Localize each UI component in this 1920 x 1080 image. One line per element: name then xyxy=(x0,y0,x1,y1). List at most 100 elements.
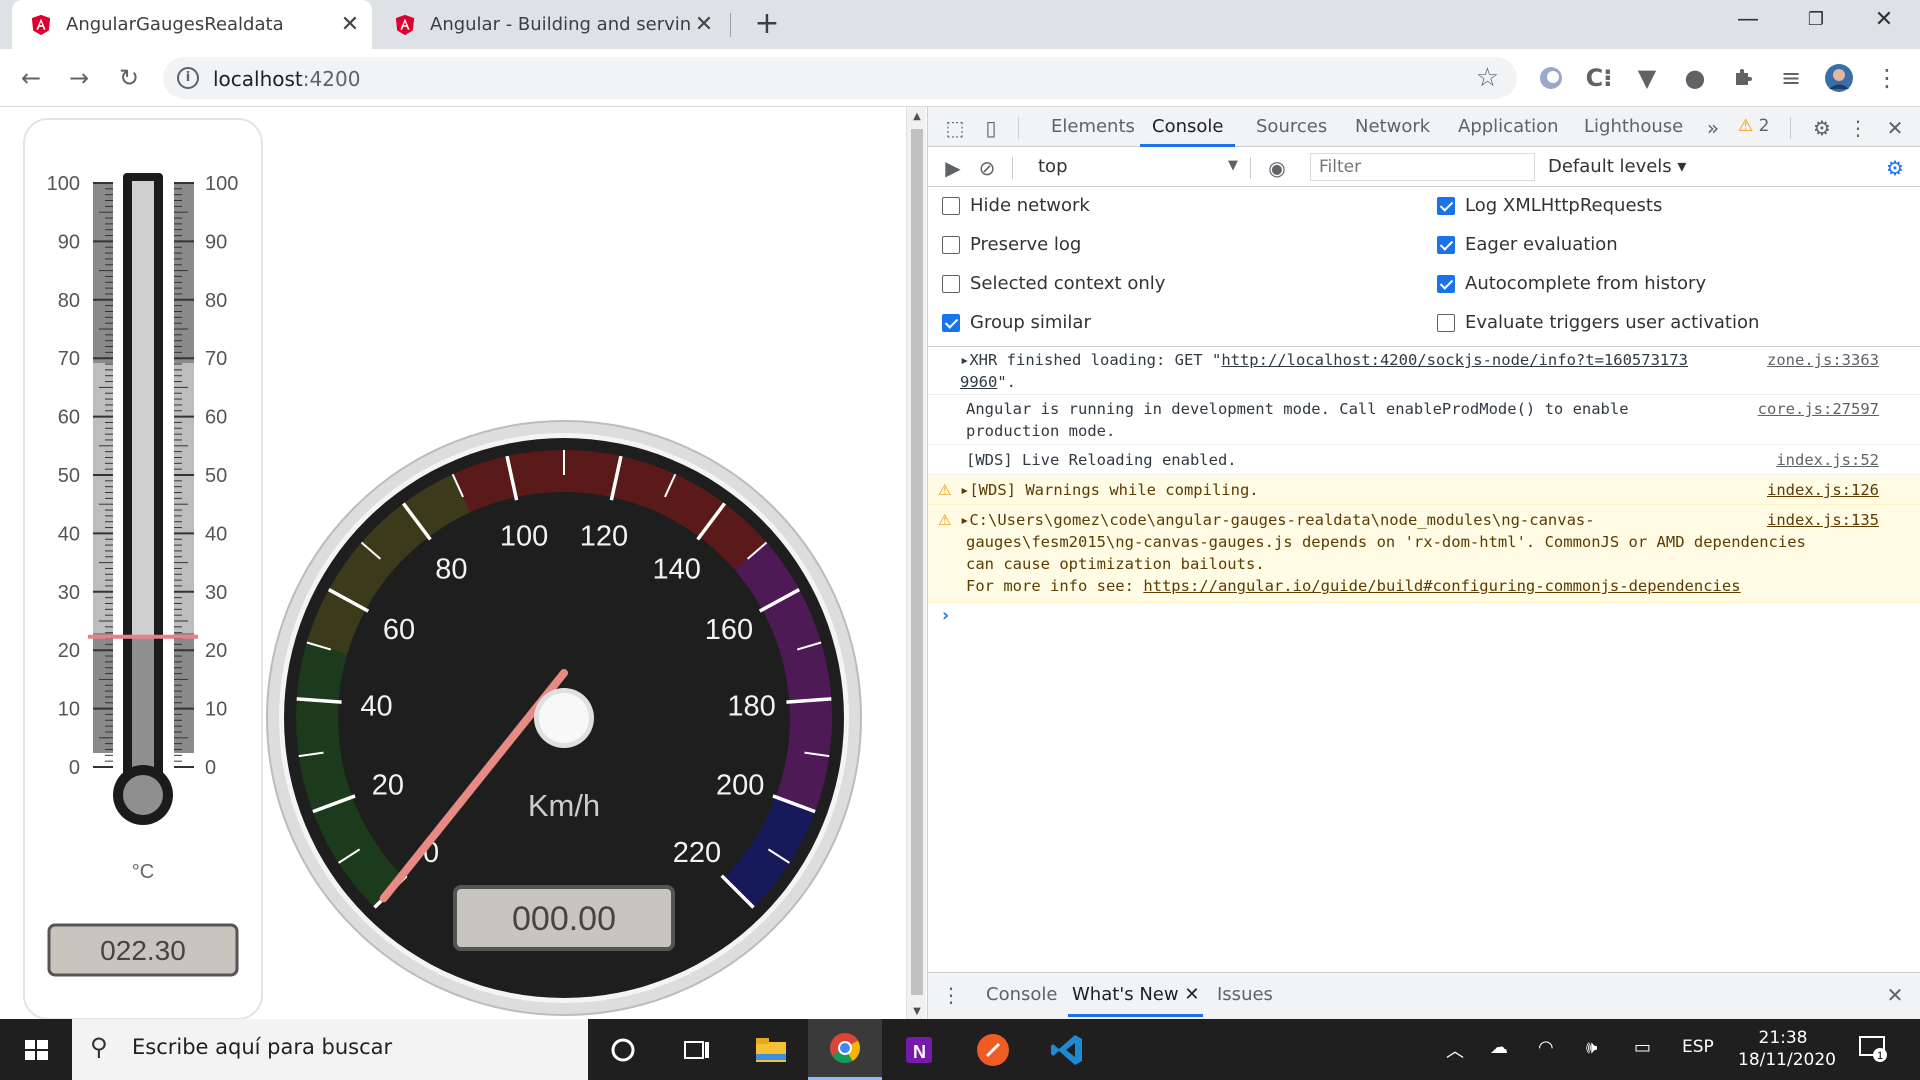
scroll-up-icon[interactable]: ▲ xyxy=(907,111,927,122)
task-view-icon[interactable] xyxy=(660,1019,734,1080)
message-source-link[interactable]: core.js:27597 xyxy=(1758,398,1879,420)
message-source-link[interactable]: index.js:52 xyxy=(1776,449,1879,471)
inspect-element-icon[interactable]: ⬚ xyxy=(942,115,968,141)
message-source-link[interactable]: index.js:135 xyxy=(1767,509,1879,531)
expand-triangle-icon[interactable]: ▸ xyxy=(960,481,969,499)
checkbox-box[interactable] xyxy=(942,313,960,332)
drawer-tab-issues[interactable]: Issues xyxy=(1217,973,1273,1017)
drawer-tab-whats-new[interactable]: What's New ✕ xyxy=(1068,973,1204,1017)
extension-icon[interactable] xyxy=(1534,61,1568,95)
checkbox-box[interactable] xyxy=(1437,274,1455,293)
message-source-link[interactable]: index.js:126 xyxy=(1767,479,1879,501)
checkbox-box[interactable] xyxy=(942,196,960,215)
console-filter-input[interactable] xyxy=(1310,153,1535,181)
expand-triangle-icon[interactable]: ▸ xyxy=(960,511,969,529)
preserve-log-checkbox[interactable]: Preserve log xyxy=(942,234,1081,255)
onenote-icon[interactable]: N xyxy=(882,1019,956,1080)
tab-console[interactable]: Console xyxy=(1140,107,1236,147)
live-expression-eye-icon[interactable]: ◉ xyxy=(1264,155,1290,181)
new-tab-button[interactable]: + xyxy=(750,8,784,42)
system-clock[interactable]: 21:38 18/11/2020 xyxy=(1738,1027,1836,1071)
checkbox-box[interactable] xyxy=(1437,235,1455,254)
vscode-icon[interactable] xyxy=(1030,1019,1104,1080)
checkbox-box[interactable] xyxy=(1437,196,1455,215)
eager-evaluation-checkbox[interactable]: Eager evaluation xyxy=(1437,234,1618,255)
thermometer-tick-label: 50 xyxy=(58,465,80,487)
drawer-menu-icon[interactable]: ⋮ xyxy=(938,982,964,1008)
tab-title: Angular - Building and serving A xyxy=(430,14,690,35)
back-icon[interactable]: ← xyxy=(14,61,48,95)
thermometer-tick-label: 40 xyxy=(58,523,80,545)
battery-icon[interactable]: ▭ xyxy=(1634,1037,1651,1058)
close-drawer-tab-icon[interactable]: ✕ xyxy=(1184,984,1199,1005)
tab-sources[interactable]: Sources xyxy=(1256,107,1327,147)
show-sidebar-icon[interactable]: ▶ xyxy=(940,155,966,181)
devtools-menu-icon[interactable]: ⋮ xyxy=(1845,115,1871,141)
tab-network[interactable]: Network xyxy=(1355,107,1430,147)
forward-icon[interactable]: → xyxy=(62,61,96,95)
scrollbar-thumb[interactable] xyxy=(911,129,923,995)
postman-icon[interactable] xyxy=(956,1019,1030,1080)
drawer-tab-console[interactable]: Console xyxy=(986,973,1057,1017)
tab-application[interactable]: Application xyxy=(1458,107,1559,147)
notifications-icon[interactable]: 1 xyxy=(1858,1033,1888,1068)
checkbox-box[interactable] xyxy=(942,235,960,254)
onedrive-icon[interactable]: ☁ xyxy=(1490,1037,1508,1058)
profile-avatar[interactable] xyxy=(1822,61,1856,95)
checkbox-box[interactable] xyxy=(942,274,960,293)
warning-count-badge[interactable]: ⚠ 2 xyxy=(1738,116,1769,136)
volume-icon[interactable]: 🕪 xyxy=(1586,1037,1597,1058)
checkbox-box[interactable] xyxy=(1437,313,1455,332)
scroll-down-icon[interactable]: ▼ xyxy=(907,1006,927,1017)
show-hidden-icons-icon[interactable]: ︿ xyxy=(1446,1037,1464,1063)
close-drawer-icon[interactable]: ✕ xyxy=(1882,982,1908,1008)
close-tab-icon[interactable]: ✕ xyxy=(336,12,364,37)
autocomplete-history-checkbox[interactable]: Autocomplete from history xyxy=(1437,273,1706,294)
xhr-url-link-cont[interactable]: 9960 xyxy=(960,373,997,391)
log-xhr-checkbox[interactable]: Log XMLHttpRequests xyxy=(1437,195,1662,216)
close-tab-icon[interactable]: ✕ xyxy=(690,12,718,37)
xhr-url-link[interactable]: http://localhost:4200/sockjs-node/info?t… xyxy=(1221,351,1688,369)
browser-menu-icon[interactable]: ⋮ xyxy=(1870,61,1904,95)
evaluate-triggers-checkbox[interactable]: Evaluate triggers user activation xyxy=(1437,312,1759,333)
message-source-link[interactable]: zone.js:3363 xyxy=(1767,349,1879,371)
selected-context-checkbox[interactable]: Selected context only xyxy=(942,273,1165,294)
extension-c-icon[interactable]: C⁝ xyxy=(1582,61,1616,95)
tomato-timer-icon[interactable]: ● xyxy=(1678,61,1712,95)
windows-start-button[interactable] xyxy=(0,1019,72,1080)
language-indicator[interactable]: ESP xyxy=(1682,1037,1714,1057)
media-control-icon[interactable]: ≡ xyxy=(1774,61,1808,95)
more-tabs-icon[interactable]: » xyxy=(1700,115,1726,141)
tab-elements[interactable]: Elements xyxy=(1051,107,1135,147)
address-bar[interactable]: i localhost:4200 ☆ xyxy=(163,57,1517,99)
window-close-icon[interactable]: ✕ xyxy=(1852,0,1916,42)
device-toolbar-icon[interactable]: ▯ xyxy=(978,115,1004,141)
reload-icon[interactable]: ↻ xyxy=(112,61,146,95)
restore-icon[interactable]: ❐ xyxy=(1784,0,1848,42)
browser-tab[interactable]: Angular - Building and serving A ✕ xyxy=(376,0,726,49)
vue-devtools-icon[interactable]: ▼ xyxy=(1630,61,1664,95)
console-settings-icon[interactable]: ⚙ xyxy=(1882,155,1908,181)
bookmark-star-icon[interactable]: ☆ xyxy=(1476,63,1499,93)
context-selector[interactable]: top ▼ xyxy=(1038,156,1238,177)
taskbar-search-box[interactable]: ⚲ Escribe aquí para buscar xyxy=(72,1019,588,1080)
devtools-settings-icon[interactable]: ⚙ xyxy=(1809,115,1835,141)
chrome-icon[interactable] xyxy=(808,1019,882,1080)
cortana-icon[interactable] xyxy=(586,1019,660,1080)
site-info-icon[interactable]: i xyxy=(177,67,199,89)
browser-tab-active[interactable]: AngularGaugesRealdata ✕ xyxy=(12,0,372,49)
wifi-icon[interactable]: ◠ xyxy=(1538,1037,1554,1058)
close-devtools-icon[interactable]: ✕ xyxy=(1882,115,1908,141)
tab-lighthouse[interactable]: Lighthouse xyxy=(1584,107,1683,147)
minimize-icon[interactable]: — xyxy=(1716,0,1780,42)
commonjs-docs-link[interactable]: https://angular.io/guide/build#configuri… xyxy=(1143,577,1740,595)
hide-network-checkbox[interactable]: Hide network xyxy=(942,195,1090,216)
extensions-puzzle-icon[interactable] xyxy=(1726,61,1760,95)
log-levels-dropdown[interactable]: Default levels ▾ xyxy=(1548,156,1686,177)
clear-console-icon[interactable]: ⊘ xyxy=(974,155,1000,181)
expand-triangle-icon[interactable]: ▸ xyxy=(960,351,969,369)
console-prompt-chevron-icon[interactable]: › xyxy=(940,605,951,626)
file-explorer-icon[interactable] xyxy=(734,1019,808,1080)
page-scrollbar[interactable]: ▲ ▼ xyxy=(906,107,926,1019)
group-similar-checkbox[interactable]: Group similar xyxy=(942,312,1091,333)
